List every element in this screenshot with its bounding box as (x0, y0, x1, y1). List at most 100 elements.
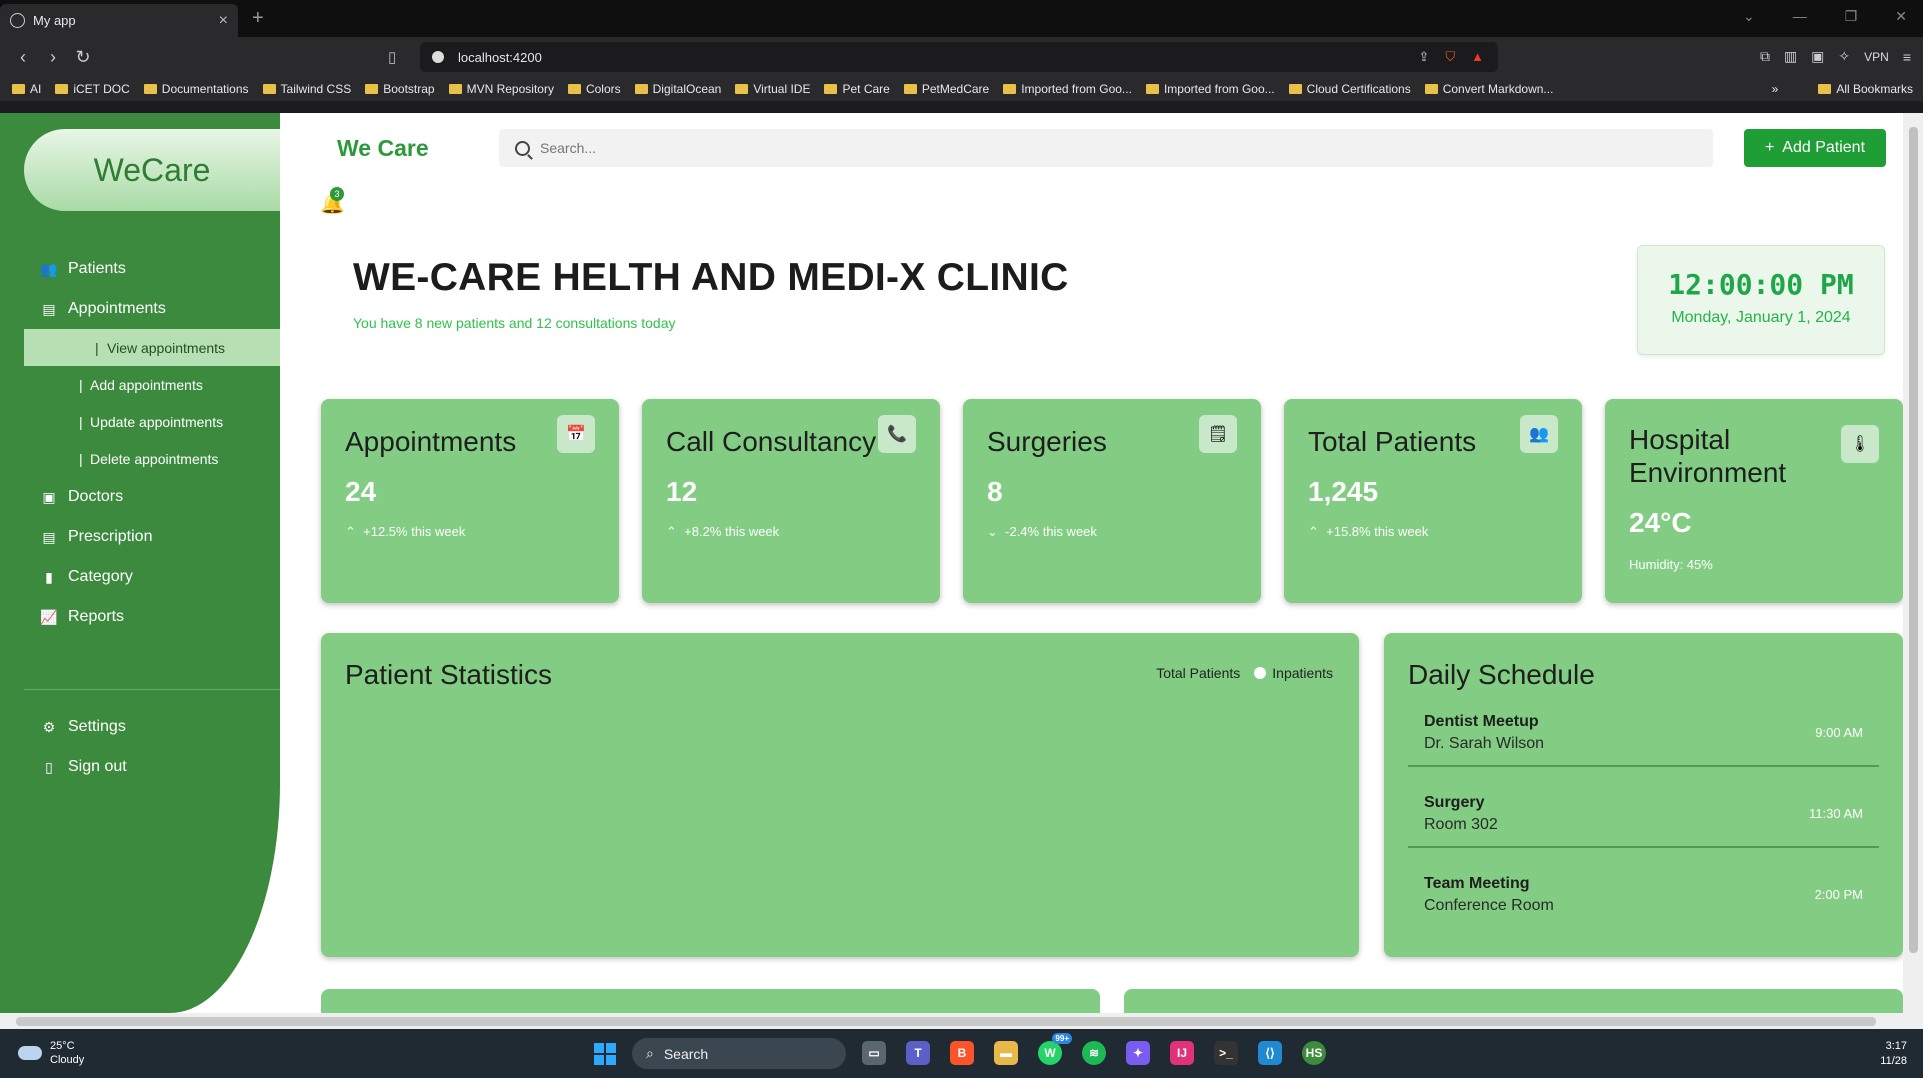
bookmark-item[interactable]: PetMedCare (903, 82, 989, 96)
stat-card-total-patients[interactable]: Total Patients 1,245 ⌃ +15.8% this week … (1284, 399, 1582, 603)
sidebar-item-sign-out[interactable]: ▯ Sign out (0, 747, 280, 787)
vertical-scrollbar[interactable] (1903, 113, 1923, 1013)
address-bar: ‹ › ↻ ▯ localhost:4200 ⇪ ⛉ ▲ ⧉ ▥ ▣ ✧ VPN… (0, 37, 1923, 77)
forward-icon[interactable]: › (38, 47, 68, 68)
browser-tab[interactable]: My app × (0, 4, 238, 37)
bookmark-item[interactable]: MVN Repository (448, 82, 554, 96)
trend-down-icon: ⌄ (987, 524, 998, 539)
vscode-icon[interactable]: ⟨⟩ (1258, 1041, 1282, 1065)
windows-start-icon[interactable] (594, 1043, 616, 1065)
stat-card-hospital-environment[interactable]: Hospital Environment 24°C Humidity: 45% … (1605, 399, 1903, 603)
bookmark-item[interactable]: Imported from Goo... (1145, 82, 1275, 96)
teams-icon[interactable]: T (906, 1041, 930, 1065)
sidebar-subitem-view-appointments[interactable]: View appointments (24, 329, 280, 366)
leo-icon[interactable]: ✧ (1838, 48, 1850, 65)
file-explorer-icon[interactable]: ▬ (994, 1041, 1018, 1065)
bookmark-item[interactable]: Bootstrap (365, 82, 435, 96)
clipboard-icon: 🗒 (1199, 415, 1237, 453)
close-window-icon[interactable]: ✕ (1895, 8, 1907, 25)
bookmark-item[interactable]: Pet Care (824, 82, 890, 96)
folder-icon (567, 84, 581, 94)
spotify-icon[interactable]: ≋ (1082, 1041, 1106, 1065)
url-field[interactable]: localhost:4200 ⇪ ⛉ ▲ (420, 42, 1498, 72)
weather-widget[interactable]: 25°C Cloudy (18, 1039, 84, 1067)
bookmark-item[interactable]: Colors (567, 82, 621, 96)
bookmark-item[interactable]: Cloud Certifications (1288, 82, 1411, 96)
taskbar-search[interactable]: ⌕ Search (632, 1038, 846, 1069)
sidebar-item-appointments[interactable]: ▤ Appointments (0, 289, 280, 329)
sidebar-item-category[interactable]: ▮ Category (0, 557, 280, 597)
horizontal-scrollbar[interactable] (0, 1013, 1923, 1029)
sidebar-item-settings[interactable]: ⚙ Settings (0, 707, 280, 747)
task-view-icon[interactable]: ▭ (862, 1041, 886, 1065)
scroll-thumb[interactable] (16, 1017, 1876, 1026)
sidebar-subitem-add-appointments[interactable]: Add appointments (0, 366, 280, 403)
copilot-icon[interactable]: ✦ (1126, 1041, 1150, 1065)
sidebar-toggle-icon[interactable]: ▥ (1784, 48, 1797, 65)
bookmark-item[interactable]: AI (12, 82, 41, 96)
sidebar-item-label: Sign out (68, 758, 127, 775)
schedule-name: Surgery (1424, 794, 1485, 811)
bookmarks-bar: AI iCET DOC Documentations Tailwind CSS Boot… (0, 77, 1923, 101)
brave-icon[interactable]: B (950, 1041, 974, 1065)
search-input[interactable] (540, 140, 1640, 156)
add-patient-label: Add Patient (1782, 139, 1866, 156)
sidebar-item-patients[interactable]: 👥 Patients (0, 249, 280, 289)
new-tab-icon[interactable]: + (252, 7, 264, 30)
whatsapp-icon[interactable]: W 99+ (1038, 1033, 1072, 1065)
reload-icon[interactable]: ↻ (68, 47, 98, 68)
stat-value: 24°C (1629, 507, 1692, 538)
tab-list-icon[interactable]: ⌄ (1743, 8, 1755, 25)
bottom-panel-right (1124, 989, 1903, 1013)
folder-icon (903, 84, 917, 94)
bookmark-page-icon[interactable]: ▯ (388, 48, 396, 66)
all-bookmarks-button[interactable]: All Bookmarks (1818, 82, 1913, 96)
user-avatar-icon[interactable]: HS (1302, 1041, 1326, 1065)
sidebar-item-reports[interactable]: 📈 Reports (0, 597, 280, 637)
sidebar-subitem-delete-appointments[interactable]: Delete appointments (0, 440, 280, 477)
more-bookmarks-icon[interactable]: » (1772, 82, 1779, 96)
close-tab-icon[interactable]: × (219, 12, 228, 30)
folder-icon (824, 84, 838, 94)
sidebar-subitem-update-appointments[interactable]: Update appointments (0, 403, 280, 440)
schedule-item[interactable]: Surgery Room 302 11:30 AM (1408, 776, 1879, 848)
brave-rewards-icon[interactable]: ▲ (1471, 49, 1484, 65)
schedule-item[interactable]: Team Meeting Conference Room 2:00 PM (1408, 857, 1879, 929)
sidebar-divider (24, 689, 280, 690)
brave-shield-icon[interactable]: ⛉ (1445, 49, 1455, 65)
bottom-panel-left (321, 989, 1100, 1013)
sidebar-item-prescription[interactable]: ▤ Prescription (0, 517, 280, 557)
folder-icon (448, 84, 462, 94)
bookmark-item[interactable]: DigitalOcean (634, 82, 721, 96)
stat-card-surgeries[interactable]: Surgeries 8 ⌄ -2.4% this week 🗒 (963, 399, 1261, 603)
stat-card-call-consultancy[interactable]: Call Consultancy 12 ⌃ +8.2% this week 📞 (642, 399, 940, 603)
restore-icon[interactable]: ❐ (1845, 8, 1858, 25)
legend-item-inpatients[interactable]: Inpatients (1254, 665, 1333, 681)
vpn-button[interactable]: VPN (1864, 50, 1889, 64)
intellij-icon[interactable]: IJ (1170, 1041, 1194, 1065)
legend-item-total-patients[interactable]: Total Patients (1156, 665, 1240, 681)
bookmark-item[interactable]: Imported from Goo... (1003, 82, 1132, 96)
bookmark-item[interactable]: Tailwind CSS (262, 82, 351, 96)
bookmark-item[interactable]: Documentations (143, 82, 249, 96)
chart-icon: 📈 (40, 608, 58, 625)
add-patient-button[interactable]: + Add Patient (1744, 129, 1886, 167)
sidebar-item-doctors[interactable]: ▣ Doctors (0, 477, 280, 517)
back-icon[interactable]: ‹ (8, 47, 38, 68)
wallet-icon[interactable]: ▣ (1811, 48, 1824, 65)
site-info-icon[interactable] (432, 51, 444, 63)
terminal-icon[interactable]: >_ (1214, 1041, 1238, 1065)
scroll-thumb[interactable] (1909, 127, 1918, 953)
minimize-icon[interactable]: — (1793, 8, 1807, 25)
stat-card-appointments[interactable]: Appointments 24 ⌃ +12.5% this week 📅 (321, 399, 619, 603)
bookmark-item[interactable]: iCET DOC (55, 82, 130, 96)
page-title: WE-CARE HELTH AND MEDI-X CLINIC (353, 256, 1069, 299)
bookmark-item[interactable]: Virtual IDE (735, 82, 810, 96)
menu-icon[interactable]: ≡ (1903, 49, 1911, 65)
share-icon[interactable]: ⇪ (1418, 49, 1429, 65)
schedule-item[interactable]: Dentist Meetup Dr. Sarah Wilson 9:00 AM (1408, 695, 1879, 767)
bookmark-item[interactable]: Convert Markdown... (1424, 82, 1553, 96)
stat-value: 24 (345, 476, 377, 507)
extensions-icon[interactable]: ⧉ (1760, 48, 1770, 65)
system-clock[interactable]: 3:17 11/28 (1880, 1039, 1907, 1069)
